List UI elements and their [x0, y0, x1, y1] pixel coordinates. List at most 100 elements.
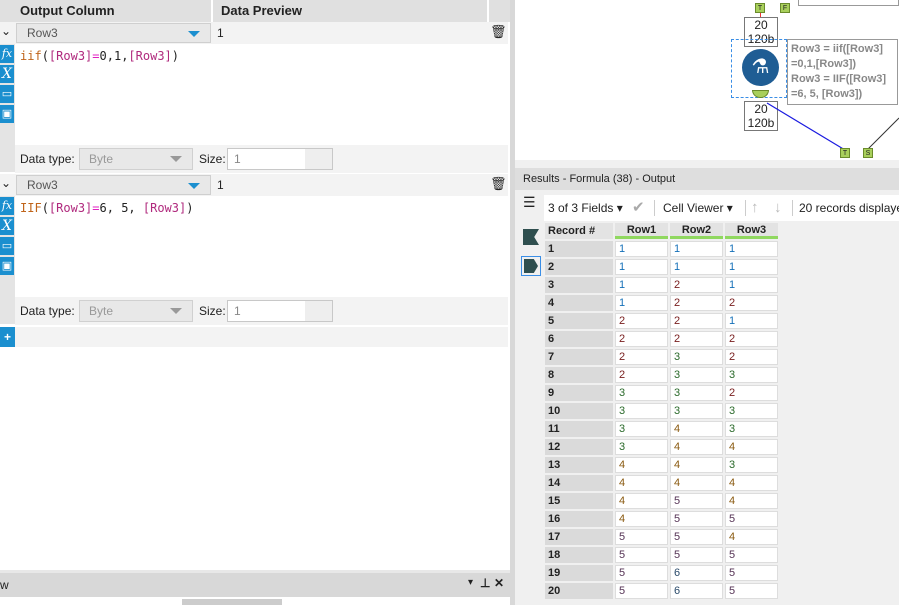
table-cell[interactable]: 1 [725, 313, 778, 329]
table-row[interactable]: 9332 [545, 385, 778, 401]
table-cell[interactable]: 3 [725, 457, 778, 473]
column-header[interactable]: Row3 [725, 223, 778, 239]
table-row[interactable]: 4122 [545, 295, 778, 311]
table-row[interactable]: 20 5 6 5 [545, 583, 778, 599]
table-cell[interactable]: 5 [670, 529, 723, 545]
table-cell[interactable]: 5 [725, 583, 778, 599]
target-anchor[interactable]: T [840, 148, 850, 158]
table-row[interactable]: 13 4 4 3 [545, 457, 778, 473]
record-number[interactable]: 6 [545, 331, 613, 347]
record-number[interactable]: 10 [545, 403, 613, 419]
table-cell[interactable]: 2 [725, 349, 778, 365]
size-input[interactable]: 1 [227, 148, 333, 170]
table-cell[interactable]: 4 [670, 475, 723, 491]
record-number[interactable]: 15 [545, 493, 613, 509]
table-cell[interactable]: 5 [615, 583, 668, 599]
table-cell[interactable]: 4 [725, 529, 778, 545]
close-icon[interactable]: ✕ [494, 576, 504, 590]
table-cell[interactable]: 2 [615, 367, 668, 383]
record-number[interactable]: 11 [545, 421, 613, 437]
table-cell[interactable]: 5 [615, 565, 668, 581]
data-type-select[interactable]: Byte [79, 148, 193, 170]
record-number[interactable]: 8 [545, 367, 613, 383]
table-cell[interactable]: 2 [670, 295, 723, 311]
table-row[interactable]: 10 3 3 3 [545, 403, 778, 419]
table-cell[interactable]: 1 [615, 241, 668, 257]
table-row[interactable]: 7232 [545, 349, 778, 365]
record-number[interactable]: 4 [545, 295, 613, 311]
variables-x-icon[interactable]: X [0, 65, 14, 83]
table-cell[interactable]: 3 [615, 385, 668, 401]
source-anchor[interactable]: S [863, 148, 873, 158]
table-row[interactable]: 8233 [545, 367, 778, 383]
workflow-canvas[interactable]: T F 20 120b ⚗ 20 120b Row3 = iif([Row3] =0,… [515, 0, 899, 160]
table-cell[interactable]: 3 [615, 439, 668, 455]
cell-viewer-select[interactable]: Cell Viewer ▾ [663, 195, 733, 221]
table-row[interactable]: 1111 [545, 241, 778, 257]
record-number[interactable]: 16 [545, 511, 613, 527]
table-cell[interactable]: 3 [615, 403, 668, 419]
table-cell[interactable]: 1 [615, 295, 668, 311]
record-number[interactable]: 9 [545, 385, 613, 401]
record-number[interactable]: 20 [545, 583, 613, 599]
record-number[interactable]: 2 [545, 259, 613, 275]
table-cell[interactable]: 1 [670, 241, 723, 257]
apply-check-icon[interactable]: ✔ [632, 195, 645, 221]
table-row[interactable]: 5221 [545, 313, 778, 329]
flag-icon[interactable] [523, 229, 539, 245]
table-cell[interactable]: 3 [725, 367, 778, 383]
table-cell[interactable]: 2 [725, 331, 778, 347]
table-cell[interactable]: 5 [670, 511, 723, 527]
table-cell[interactable]: 2 [670, 277, 723, 293]
table-cell[interactable]: 5 [670, 547, 723, 563]
table-row[interactable]: 16 4 5 5 [545, 511, 778, 527]
table-cell[interactable]: 1 [615, 259, 668, 275]
open-folder-icon[interactable]: ▭ [0, 237, 14, 255]
table-cell[interactable]: 5 [725, 547, 778, 563]
horizontal-scrollbar[interactable] [182, 599, 282, 605]
pin-icon[interactable]: ⊥ [480, 576, 490, 590]
table-cell[interactable]: 5 [725, 511, 778, 527]
table-cell[interactable]: 4 [615, 457, 668, 473]
save-disk-icon[interactable]: ▣ [0, 105, 14, 123]
table-cell[interactable]: 3 [670, 349, 723, 365]
table-cell[interactable]: 3 [670, 367, 723, 383]
table-row[interactable]: 17 5 5 4 [545, 529, 778, 545]
record-number[interactable]: 17 [545, 529, 613, 545]
table-cell[interactable]: 2 [615, 313, 668, 329]
data-type-select[interactable]: Byte [79, 300, 193, 322]
table-cell[interactable]: 1 [725, 259, 778, 275]
function-fx-icon[interactable]: fx [0, 197, 14, 215]
collapse-chevron-icon[interactable]: ⌄ [1, 176, 11, 190]
table-cell[interactable]: 3 [670, 385, 723, 401]
table-cell[interactable]: 4 [670, 421, 723, 437]
save-disk-icon[interactable]: ▣ [0, 257, 14, 275]
record-number[interactable]: 12 [545, 439, 613, 455]
table-cell[interactable]: 1 [670, 259, 723, 275]
table-cell[interactable]: 2 [615, 349, 668, 365]
expression-editor[interactable]: IIF([Row3]=6, 5, [Row3]) [20, 201, 505, 296]
table-cell[interactable]: 4 [615, 493, 668, 509]
output-field-select[interactable]: Row3 [16, 175, 211, 195]
table-row[interactable]: 6222 [545, 331, 778, 347]
size-input[interactable]: 1 [227, 300, 333, 322]
table-cell[interactable]: 4 [615, 511, 668, 527]
table-cell[interactable]: 5 [670, 493, 723, 509]
dropdown-icon[interactable]: ▾ [468, 577, 473, 588]
table-cell[interactable]: 5 [615, 529, 668, 545]
table-cell[interactable]: 5 [725, 565, 778, 581]
add-formula-button[interactable]: + [0, 327, 15, 347]
table-cell[interactable]: 2 [670, 331, 723, 347]
table-row[interactable]: 3121 [545, 277, 778, 293]
table-cell[interactable]: 3 [615, 421, 668, 437]
table-row[interactable]: 15 4 5 4 [545, 493, 778, 509]
table-cell[interactable]: 4 [725, 439, 778, 455]
table-cell[interactable]: 2 [615, 331, 668, 347]
arrow-down-icon[interactable]: ↓ [774, 195, 782, 221]
record-number[interactable]: 13 [545, 457, 613, 473]
table-cell[interactable]: 3 [670, 403, 723, 419]
table-row[interactable]: 2111 [545, 259, 778, 275]
size-spinner[interactable] [305, 149, 332, 169]
table-cell[interactable]: 3 [725, 403, 778, 419]
table-cell[interactable]: 5 [615, 547, 668, 563]
